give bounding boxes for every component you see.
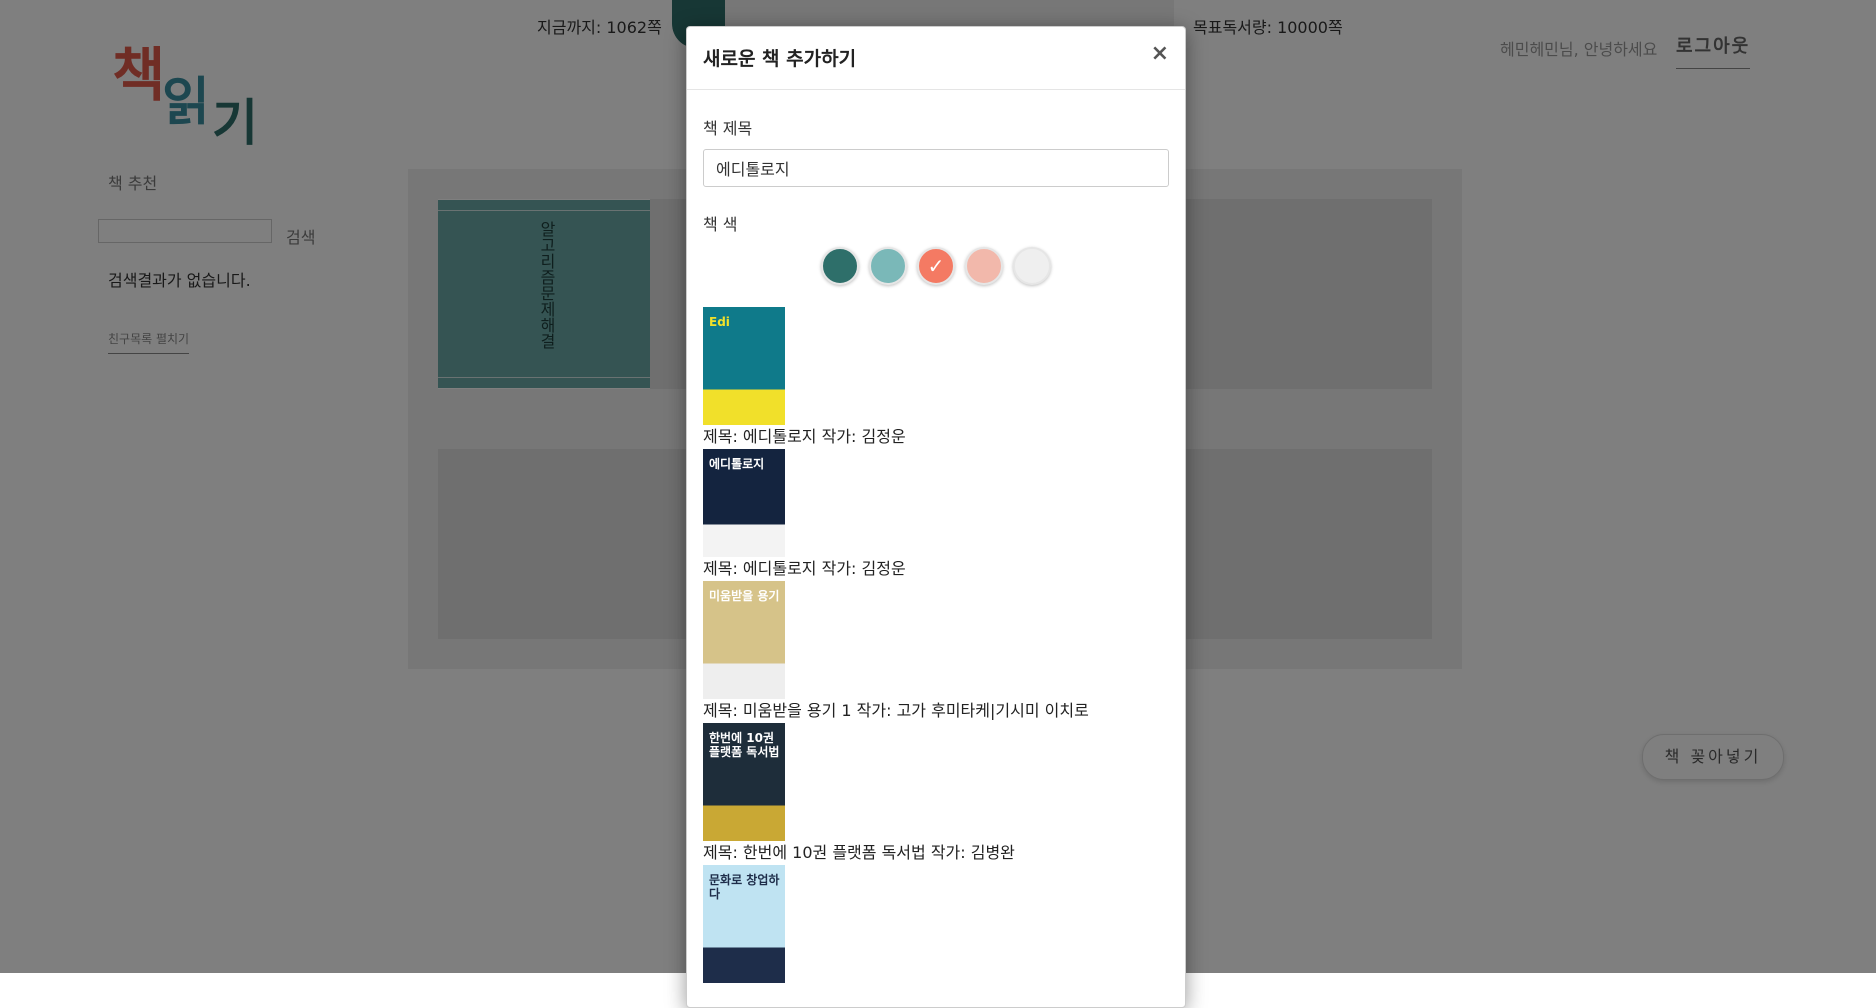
- book-cover-text: 문화로 창업하다: [709, 873, 780, 901]
- search-result-caption: 제목: 에디톨로지 작가: 김정운: [703, 559, 906, 578]
- search-result-item[interactable]: 에디톨로지제목: 에디톨로지 작가: 김정운: [703, 449, 1169, 581]
- color-swatch[interactable]: [869, 247, 907, 285]
- book-cover-image[interactable]: 에디톨로지: [703, 449, 785, 557]
- book-title-input[interactable]: [703, 149, 1169, 187]
- color-picker: ✓: [703, 247, 1169, 287]
- color-swatch[interactable]: ✓: [917, 247, 955, 285]
- search-result-item[interactable]: 문화로 창업하다: [703, 865, 1169, 983]
- book-cover-text: 미움받을 용기: [709, 589, 780, 603]
- search-result-caption: 제목: 에디톨로지 작가: 김정운: [703, 427, 906, 446]
- search-results-list: Edi 제목: 에디톨로지 작가: 김정운 에디톨로지 제목: 에디톨로지 작가: 김…: [703, 307, 1169, 983]
- check-icon: ✓: [927, 254, 945, 278]
- modal-body: 책 제목 책 색 ✓ Edi제목: 에디톨로지 작가: 김정운에디톨로지제목: …: [703, 89, 1169, 983]
- book-cover-text: 에디톨로지: [709, 457, 765, 471]
- search-result-item[interactable]: Edi 제목: 에디톨로지 작가: 김정운: [703, 307, 1169, 449]
- search-result-caption: 제목: 한번에 10권 플랫폼 독서법 작가: 김병완: [703, 843, 1015, 862]
- book-color-label: 책 색: [703, 215, 738, 234]
- color-swatch[interactable]: [821, 247, 859, 285]
- modal-header: 새로운 책 추가하기 ×: [687, 27, 1185, 90]
- book-title-label: 책 제목: [703, 119, 753, 138]
- book-cover-text: Edi: [709, 315, 730, 329]
- search-result-item[interactable]: 한번에 10권 플랫폼 독서법제목: 한번에 10권 플랫폼 독서법 작가: 김…: [703, 723, 1169, 865]
- book-cover-image[interactable]: 문화로 창업하다: [703, 865, 785, 983]
- color-swatch[interactable]: [965, 247, 1003, 285]
- book-cover-image[interactable]: 한번에 10권 플랫폼 독서법: [703, 723, 785, 841]
- book-cover-image[interactable]: Edi: [703, 307, 785, 425]
- book-cover-image[interactable]: 미움받을 용기: [703, 581, 785, 699]
- close-icon[interactable]: ×: [1151, 41, 1169, 66]
- search-result-item[interactable]: 미움받을 용기제목: 미움받을 용기 1 작가: 고가 후미타케|기시미 이치로: [703, 581, 1169, 723]
- search-result-caption: 제목: 미움받을 용기 1 작가: 고가 후미타케|기시미 이치로: [703, 701, 1089, 720]
- color-swatch[interactable]: [1013, 247, 1051, 285]
- add-book-modal: 새로운 책 추가하기 × 책 제목 책 색 ✓ Edi 제목: 에디톨로지 작가:…: [686, 26, 1186, 1008]
- modal-title: 새로운 책 추가하기: [703, 48, 857, 70]
- book-cover-text: 한번에 10권 플랫폼 독서법: [709, 731, 780, 759]
